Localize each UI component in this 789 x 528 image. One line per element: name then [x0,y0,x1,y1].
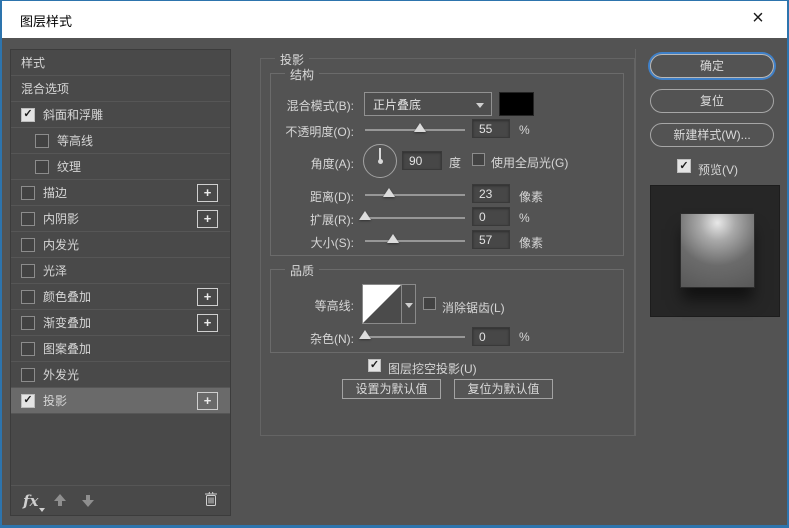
antialias-checkbox[interactable] [423,297,436,310]
contour-checkbox[interactable] [35,134,49,148]
reset-button[interactable]: 复位 [650,89,774,113]
sidebar-item-texture[interactable]: 纹理 [11,154,230,180]
layer-style-dialog: 图层样式 × 样式 混合选项 斜面和浮雕 等高线 纹理 [0,0,789,528]
noise-label: 杂色(N): [254,330,354,347]
opacity-slider-thumb[interactable] [414,123,426,132]
contour-chevron-down-icon[interactable] [402,284,416,324]
sidebar-item-styles[interactable]: 样式 [11,50,230,76]
plus-icon[interactable]: + [197,288,218,306]
size-unit: 像素 [519,234,543,251]
sidebar-item-blending-options[interactable]: 混合选项 [11,76,230,102]
outer-glow-checkbox[interactable] [21,368,35,382]
use-global-light-checkbox[interactable] [472,153,485,166]
layer-knockout-label: 图层挖空投影(U) [388,360,477,377]
noise-unit: % [519,330,530,344]
texture-checkbox[interactable] [35,160,49,174]
style-preview [650,185,780,317]
shadow-color-swatch[interactable] [499,92,534,116]
size-input[interactable]: 57 [472,230,510,249]
chevron-down-icon [476,103,484,108]
distance-slider[interactable] [365,194,465,196]
close-icon[interactable]: × [737,1,779,37]
angle-label: 角度(A): [254,155,354,172]
sidebar-item-bevel-emboss[interactable]: 斜面和浮雕 [11,102,230,128]
plus-icon[interactable]: + [197,184,218,202]
plus-icon[interactable]: + [197,314,218,332]
titlebar: 图层样式 × [2,1,787,38]
preview-checkbox[interactable] [677,159,691,173]
make-default-button[interactable]: 设置为默认值 [342,379,441,399]
sidebar-item-gradient-overlay[interactable]: 渐变叠加 + [11,310,230,336]
fx-menu-icon[interactable]: fx [23,492,38,510]
stroke-checkbox[interactable] [21,186,35,200]
noise-input[interactable]: 0 [472,327,510,346]
angle-unit: 度 [449,154,461,171]
dialog-title: 图层样式 [20,11,72,30]
opacity-input[interactable]: 55 [472,119,510,138]
antialias-label: 消除锯齿(L) [442,299,505,316]
pattern-overlay-checkbox[interactable] [21,342,35,356]
satin-checkbox[interactable] [21,264,35,278]
reset-default-button[interactable]: 复位为默认值 [454,379,553,399]
trash-icon[interactable] [204,491,218,510]
distance-input[interactable]: 23 [472,184,510,203]
spread-slider[interactable] [365,217,465,219]
sidebar-item-inner-glow[interactable]: 内发光 [11,232,230,258]
plus-icon[interactable]: + [197,210,218,228]
size-slider-thumb[interactable] [387,234,399,243]
angle-input[interactable]: 90 [402,151,442,170]
inner-glow-checkbox[interactable] [21,238,35,252]
panel-divider [635,49,636,436]
sidebar-item-outer-glow[interactable]: 外发光 [11,362,230,388]
sidebar-item-color-overlay[interactable]: 颜色叠加 + [11,284,230,310]
noise-slider[interactable] [365,336,465,338]
spread-slider-thumb[interactable] [359,211,371,220]
dialog-content: 样式 混合选项 斜面和浮雕 等高线 纹理 描边 + [2,38,787,525]
distance-unit: 像素 [519,188,543,205]
size-label: 大小(S): [254,234,354,251]
sidebar-item-inner-shadow[interactable]: 内阴影 + [11,206,230,232]
sidebar-item-pattern-overlay[interactable]: 图案叠加 [11,336,230,362]
size-slider[interactable] [365,240,465,242]
opacity-unit: % [519,123,530,137]
spread-label: 扩展(R): [254,211,354,228]
sidebar-item-stroke[interactable]: 描边 + [11,180,230,206]
spread-unit: % [519,211,530,225]
sidebar-item-contour[interactable]: 等高线 [11,128,230,154]
preview-label: 预览(V) [698,161,738,178]
structure-legend: 结构 [285,66,319,83]
ok-button[interactable]: 确定 [650,54,774,78]
blend-mode-label: 混合模式(B): [254,97,354,114]
drop-shadow-checkbox[interactable] [21,394,35,408]
gradient-overlay-checkbox[interactable] [21,316,35,330]
contour-label: 等高线: [254,297,354,314]
color-overlay-checkbox[interactable] [21,290,35,304]
distance-slider-thumb[interactable] [383,188,395,197]
contour-thumbnail[interactable] [362,284,402,324]
distance-label: 距离(D): [254,188,354,205]
sidebar-footer: fx [11,485,230,515]
use-global-light-label: 使用全局光(G) [491,154,568,171]
blend-mode-value: 正片叠底 [373,96,421,113]
layer-knockout-checkbox[interactable] [368,359,381,372]
noise-slider-thumb[interactable] [359,330,371,339]
move-up-icon[interactable] [54,494,66,507]
opacity-slider[interactable] [365,129,465,131]
spread-input[interactable]: 0 [472,207,510,226]
blend-mode-select[interactable]: 正片叠底 [364,92,492,116]
quality-legend: 品质 [285,262,319,279]
plus-icon[interactable]: + [197,392,218,410]
move-down-icon[interactable] [82,494,94,507]
sidebar-item-satin[interactable]: 光泽 [11,258,230,284]
sidebar-item-drop-shadow[interactable]: 投影 + [11,388,230,414]
effects-sidebar: 样式 混合选项 斜面和浮雕 等高线 纹理 描边 + [10,49,231,516]
new-style-button[interactable]: 新建样式(W)... [650,123,774,147]
angle-dial[interactable] [363,144,397,178]
style-preview-layer [680,213,755,288]
inner-shadow-checkbox[interactable] [21,212,35,226]
opacity-label: 不透明度(O): [254,123,354,140]
bevel-emboss-checkbox[interactable] [21,108,35,122]
